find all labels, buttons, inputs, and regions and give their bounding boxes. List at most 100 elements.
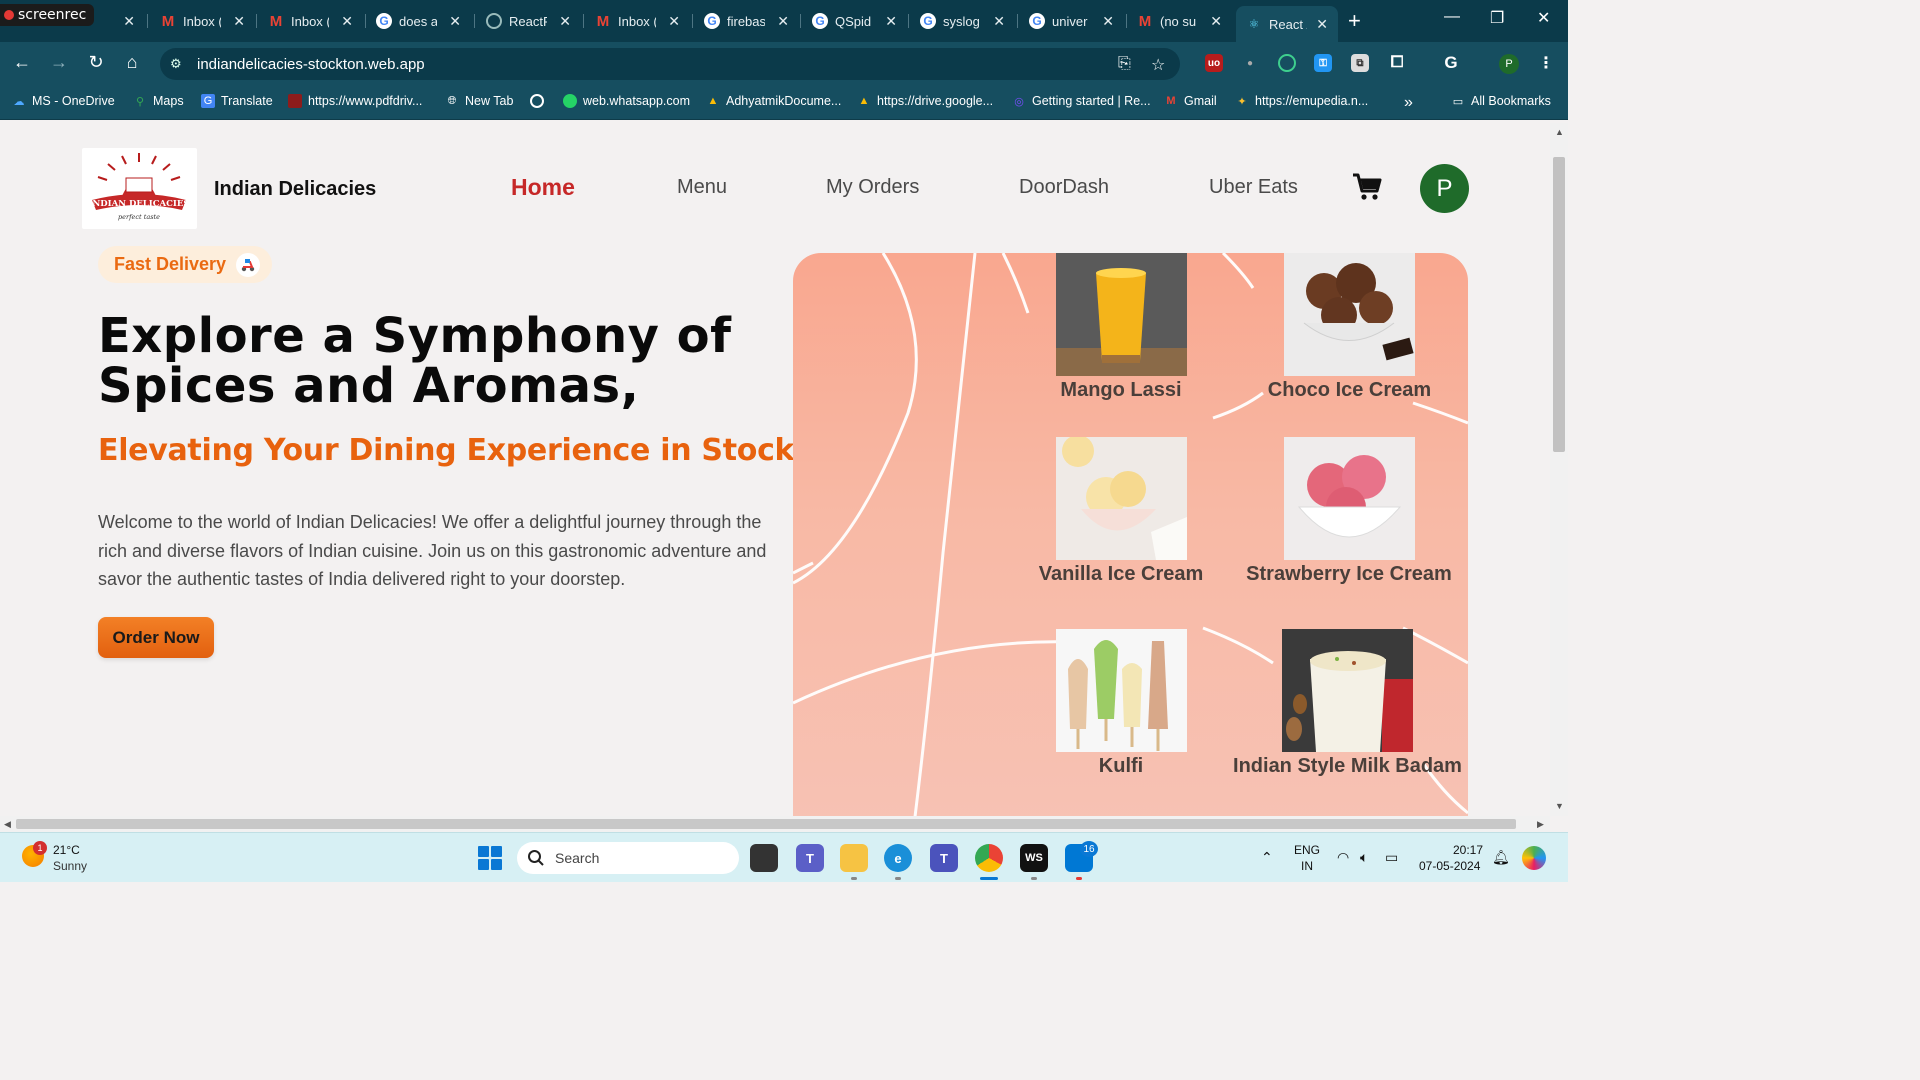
close-icon[interactable]: ✕ (993, 13, 1005, 30)
bookmark-item[interactable] (530, 94, 550, 108)
battery-icon[interactable]: ▭ (1385, 849, 1398, 866)
bookmark-star-icon[interactable]: ☆ (1151, 55, 1165, 75)
vertical-scrollbar[interactable]: ▲ ▼ (1550, 123, 1568, 816)
close-icon[interactable]: ✕ (1210, 13, 1222, 30)
browser-tab[interactable]: Gsyslog ✕ (910, 6, 1015, 36)
site-logo[interactable]: INDIAN DELICACIES perfect taste (82, 148, 197, 229)
menu-item-card[interactable]: Choco Ice Cream (1252, 253, 1447, 402)
bookmark-item[interactable]: https://www.pdfdriv... (288, 94, 422, 108)
browser-tab[interactable]: Gdoes a ✕ (366, 6, 471, 36)
window-close-button[interactable]: ✕ (1537, 8, 1550, 28)
vertical-scroll-thumb[interactable] (1553, 157, 1565, 452)
weather-description[interactable]: Sunny (53, 859, 87, 873)
browser-tab[interactable]: Gfirebas ✕ (694, 6, 799, 36)
close-icon[interactable]: ✕ (1316, 16, 1328, 33)
reload-button[interactable]: ↻ (84, 52, 108, 73)
close-icon[interactable]: ✕ (668, 13, 680, 30)
extension-icon[interactable]: ● (1241, 54, 1259, 72)
browser-tab[interactable]: M (no su ✕ (1127, 6, 1232, 36)
chrome-icon[interactable] (975, 844, 1003, 872)
browser-tab[interactable]: M Inbox (✕ (258, 6, 363, 36)
scroll-up-arrow-icon[interactable]: ▲ (1555, 127, 1564, 137)
new-tab-button[interactable]: + (1348, 8, 1361, 34)
url-text[interactable]: indiandelicacies-stockton.web.app (197, 56, 425, 73)
scroll-left-arrow-icon[interactable]: ◀ (4, 819, 11, 830)
address-bar[interactable]: ⚙ indiandelicacies-stockton.web.app ⎘ ☆ (160, 48, 1180, 80)
forward-button[interactable]: → (47, 52, 71, 73)
bookmark-item[interactable]: ▲ AdhyatmikDocume... (706, 94, 842, 108)
install-app-icon[interactable]: ⎘ (1118, 55, 1131, 73)
menu-item-card[interactable]: Indian Style Milk Badam (1225, 629, 1468, 778)
horizontal-scroll-thumb[interactable] (16, 819, 1516, 829)
browser-tab[interactable]: Guniver ✕ (1019, 6, 1124, 36)
bookmark-item[interactable]: G Translate (201, 94, 273, 108)
horizontal-scrollbar[interactable]: ◀ ▶ (0, 816, 1550, 832)
close-icon[interactable]: ✕ (341, 13, 353, 30)
scroll-right-arrow-icon[interactable]: ▶ (1537, 819, 1544, 830)
brand-name[interactable]: Indian Delicacies (214, 178, 376, 201)
language-indicator[interactable]: ENG (1294, 843, 1320, 857)
nav-menu[interactable]: Menu (677, 176, 727, 199)
bookmark-item[interactable]: ⚲ Maps (133, 94, 184, 108)
region-indicator[interactable]: IN (1301, 859, 1313, 873)
notifications-bell-icon[interactable]: 🔔︎ (1492, 849, 1510, 866)
cart-icon[interactable] (1352, 173, 1382, 206)
close-icon[interactable]: ✕ (885, 13, 897, 30)
chevron-up-icon[interactable]: ⌃ (1261, 849, 1273, 866)
close-icon[interactable]: ✕ (777, 13, 789, 30)
restore-button[interactable]: ❐ (1490, 8, 1504, 28)
bookmark-item[interactable]: ☁ MS - OneDrive (12, 94, 115, 108)
nav-my-orders[interactable]: My Orders (826, 176, 919, 199)
browser-tab-active[interactable]: ⚛ React / ✕ (1236, 6, 1338, 42)
grammarly-icon[interactable]: G (1442, 53, 1460, 72)
bookmarks-overflow-button[interactable]: » (1404, 94, 1413, 112)
edge-icon[interactable]: e (884, 844, 912, 872)
browser-tab[interactable]: M Inbox (✕ (150, 6, 255, 36)
bookmark-item[interactable]: ◎ Getting started | Re... (1012, 94, 1150, 108)
back-button[interactable]: ← (10, 52, 34, 73)
nav-doordash[interactable]: DoorDash (1019, 176, 1109, 199)
user-avatar[interactable]: P (1420, 164, 1469, 213)
menu-item-card[interactable]: Strawberry Ice Cream (1239, 437, 1459, 586)
all-bookmarks-button[interactable]: ▭ All Bookmarks (1451, 94, 1551, 108)
extension-icon[interactable]: ⚿ (1314, 54, 1332, 72)
clock-date[interactable]: 07-05-2024 (1419, 859, 1480, 873)
bookmark-item[interactable]: 🌐︎ New Tab (445, 94, 514, 108)
nav-uber-eats[interactable]: Uber Eats (1209, 176, 1298, 199)
extension-icon[interactable]: ⧉ (1351, 54, 1369, 72)
scroll-down-arrow-icon[interactable]: ▼ (1555, 801, 1564, 811)
bookmark-item[interactable]: ▲ https://drive.google... (857, 94, 994, 108)
menu-item-card[interactable]: Mango Lassi (1027, 253, 1215, 402)
browser-profile-avatar[interactable]: P (1499, 54, 1519, 74)
close-icon[interactable]: ✕ (449, 13, 461, 30)
webstorm-icon[interactable]: WS (1020, 844, 1048, 872)
close-icon[interactable]: ✕ (233, 13, 245, 30)
nav-home[interactable]: Home (511, 174, 575, 201)
extensions-puzzle-icon[interactable]: ⧠ (1388, 54, 1406, 72)
browser-tab[interactable]: ReactP ✕ (476, 6, 581, 36)
clock-time[interactable]: 20:17 (1453, 843, 1483, 857)
site-info-icon[interactable]: ⚙ (170, 56, 182, 72)
file-explorer-icon[interactable] (840, 844, 868, 872)
browser-tab[interactable]: M Inbox (✕ (585, 6, 690, 36)
teams-work-icon[interactable]: T (930, 844, 958, 872)
menu-item-card[interactable]: Vanilla Ice Cream (1027, 437, 1215, 586)
wifi-icon[interactable]: ◠ (1337, 849, 1349, 866)
browser-tab[interactable]: G QSpid ✕ (802, 6, 907, 36)
ublock-icon[interactable]: uo (1205, 54, 1223, 72)
menu-item-card[interactable]: Kulfi (1027, 629, 1215, 778)
bookmark-item[interactable]: web.whatsapp.com (563, 94, 690, 108)
home-button[interactable]: ⌂ (120, 52, 144, 73)
task-view-icon[interactable] (750, 844, 778, 872)
close-icon[interactable]: ✕ (1102, 13, 1114, 30)
bookmark-item[interactable]: M Gmail (1164, 94, 1216, 108)
taskbar-search[interactable]: Search (517, 842, 739, 874)
start-windows-icon[interactable] (478, 846, 502, 870)
menu-kebab-icon[interactable]: ⋮ (1537, 54, 1555, 72)
minimize-button[interactable]: — (1444, 8, 1460, 26)
extension-icon[interactable] (1278, 54, 1296, 72)
close-icon[interactable]: ✕ (559, 13, 571, 30)
weather-temperature[interactable]: 21°C (53, 843, 80, 857)
order-now-button[interactable]: Order Now (98, 617, 214, 658)
volume-icon[interactable]: 🔈︎ (1360, 849, 1368, 866)
